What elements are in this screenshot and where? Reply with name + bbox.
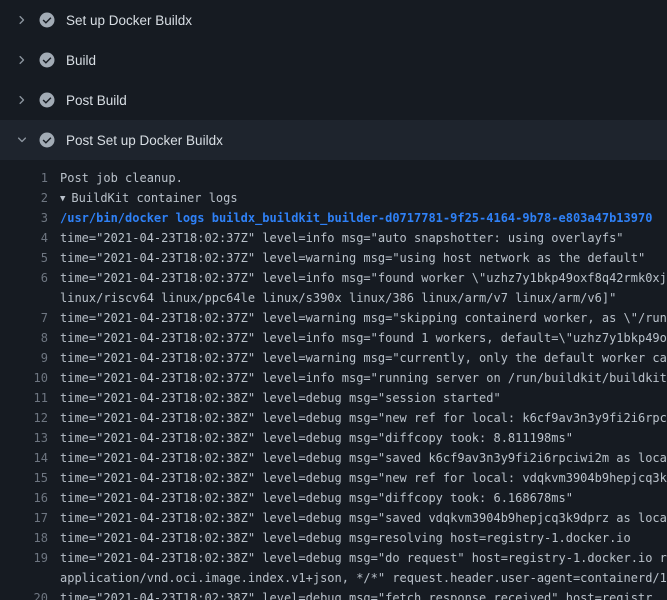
log-line-number[interactable]: 15 — [0, 468, 48, 488]
log-line: application/vnd.oci.image.index.v1+json,… — [0, 568, 667, 588]
log-line-text: ▼ BuildKit container logs — [48, 188, 667, 208]
log-line-text: time="2021-04-23T18:02:38Z" level=debug … — [48, 588, 667, 600]
log-line: 4time="2021-04-23T18:02:37Z" level=info … — [0, 228, 667, 248]
check-circle-icon — [39, 132, 55, 148]
actions-log-viewer: Set up Docker Buildx Build Post Build Post … — [0, 0, 667, 600]
log-line-text: time="2021-04-23T18:02:38Z" level=debug … — [48, 488, 667, 508]
log-line-number[interactable]: 4 — [0, 228, 48, 248]
log-line-text: time="2021-04-23T18:02:38Z" level=debug … — [48, 388, 667, 408]
log-line: 12time="2021-04-23T18:02:38Z" level=debu… — [0, 408, 667, 428]
log-line-text: time="2021-04-23T18:02:37Z" level=info m… — [48, 368, 667, 388]
log-line: 18time="2021-04-23T18:02:38Z" level=debu… — [0, 528, 667, 548]
log-line-number[interactable]: 7 — [0, 308, 48, 328]
log-line: 10time="2021-04-23T18:02:37Z" level=info… — [0, 368, 667, 388]
log-line-number[interactable]: 19 — [0, 548, 48, 568]
log-line: 13time="2021-04-23T18:02:38Z" level=debu… — [0, 428, 667, 448]
log-line-number[interactable]: 11 — [0, 388, 48, 408]
log-line: 19time="2021-04-23T18:02:38Z" level=debu… — [0, 548, 667, 568]
chevron-right-icon[interactable] — [14, 14, 30, 26]
log-line-number[interactable]: 16 — [0, 488, 48, 508]
step-label: Post Build — [66, 93, 127, 108]
log-line-number[interactable]: 9 — [0, 348, 48, 368]
log-line-text: linux/riscv64 linux/ppc64le linux/s390x … — [48, 288, 667, 308]
step-label: Post Set up Docker Buildx — [66, 133, 223, 148]
log-line-number[interactable]: 6 — [0, 268, 48, 288]
log-line: 9time="2021-04-23T18:02:37Z" level=warni… — [0, 348, 667, 368]
log-line: linux/riscv64 linux/ppc64le linux/s390x … — [0, 288, 667, 308]
log-line-number[interactable]: 13 — [0, 428, 48, 448]
log-line-text: /usr/bin/docker logs buildx_buildkit_bui… — [48, 208, 667, 228]
check-circle-icon — [39, 92, 55, 108]
log-line: 17time="2021-04-23T18:02:38Z" level=debu… — [0, 508, 667, 528]
log-line-number[interactable]: 8 — [0, 328, 48, 348]
log-line-number[interactable]: 3 — [0, 208, 48, 228]
log-line-number[interactable]: 1 — [0, 168, 48, 188]
log-line: 15time="2021-04-23T18:02:38Z" level=debu… — [0, 468, 667, 488]
check-circle-icon — [39, 12, 55, 28]
log-line-number[interactable]: 2 — [0, 188, 48, 208]
check-circle-icon — [39, 52, 55, 68]
log-line-text: time="2021-04-23T18:02:38Z" level=debug … — [48, 468, 667, 488]
log-line-text: time="2021-04-23T18:02:37Z" level=warnin… — [48, 248, 667, 268]
step-label: Build — [66, 53, 96, 68]
log-line-text: time="2021-04-23T18:02:38Z" level=debug … — [48, 508, 667, 528]
step-header-build[interactable]: Build — [0, 40, 667, 80]
log-line-text: time="2021-04-23T18:02:37Z" level=info m… — [48, 328, 667, 348]
log-line-number[interactable]: 20 — [0, 588, 48, 600]
log-line-text: time="2021-04-23T18:02:38Z" level=debug … — [48, 408, 667, 428]
log-line-number[interactable]: 5 — [0, 248, 48, 268]
log-line: 2 ▼ BuildKit container logs — [0, 188, 667, 208]
steps-list: Set up Docker Buildx Build Post Build Post … — [0, 0, 667, 160]
log-line-text: time="2021-04-23T18:02:38Z" level=debug … — [48, 548, 667, 568]
log-line-text: time="2021-04-23T18:02:37Z" level=warnin… — [48, 308, 667, 328]
log-group-title[interactable]: BuildKit container logs — [71, 191, 237, 205]
chevron-right-icon[interactable] — [14, 94, 30, 106]
chevron-right-icon[interactable] — [14, 54, 30, 66]
log-line-number — [0, 288, 48, 308]
log-line: 8time="2021-04-23T18:02:37Z" level=info … — [0, 328, 667, 348]
log-line-text: time="2021-04-23T18:02:38Z" level=debug … — [48, 528, 667, 548]
log-line: 14time="2021-04-23T18:02:38Z" level=debu… — [0, 448, 667, 468]
log-line-number — [0, 568, 48, 588]
log-output: 1Post job cleanup.2 ▼ BuildKit container l… — [0, 160, 667, 600]
log-line-text: time="2021-04-23T18:02:37Z" level=warnin… — [48, 348, 667, 368]
step-header-post-build[interactable]: Post Build — [0, 80, 667, 120]
log-group-expander-icon[interactable]: ▼ — [60, 189, 65, 208]
log-line-number[interactable]: 18 — [0, 528, 48, 548]
log-line: 7time="2021-04-23T18:02:37Z" level=warni… — [0, 308, 667, 328]
log-line-number[interactable]: 17 — [0, 508, 48, 528]
log-line-text: time="2021-04-23T18:02:38Z" level=debug … — [48, 428, 667, 448]
log-line: 1Post job cleanup. — [0, 168, 667, 188]
step-header-set-up-docker-buildx[interactable]: Set up Docker Buildx — [0, 0, 667, 40]
log-line: 5time="2021-04-23T18:02:37Z" level=warni… — [0, 248, 667, 268]
log-line: 6time="2021-04-23T18:02:37Z" level=info … — [0, 268, 667, 288]
log-line-text: time="2021-04-23T18:02:38Z" level=debug … — [48, 448, 667, 468]
log-line-text: time="2021-04-23T18:02:37Z" level=info m… — [48, 268, 667, 288]
step-header-post-set-up-docker-buildx[interactable]: Post Set up Docker Buildx — [0, 120, 667, 160]
chevron-down-icon[interactable] — [14, 134, 30, 146]
log-line-text: time="2021-04-23T18:02:37Z" level=info m… — [48, 228, 667, 248]
log-line: 16time="2021-04-23T18:02:38Z" level=debu… — [0, 488, 667, 508]
log-line-text: application/vnd.oci.image.index.v1+json,… — [48, 568, 667, 588]
log-line-number[interactable]: 14 — [0, 448, 48, 468]
step-label: Set up Docker Buildx — [66, 13, 192, 28]
log-line: 3/usr/bin/docker logs buildx_buildkit_bu… — [0, 208, 667, 228]
log-line: 11time="2021-04-23T18:02:38Z" level=debu… — [0, 388, 667, 408]
log-line-number[interactable]: 12 — [0, 408, 48, 428]
log-line-number[interactable]: 10 — [0, 368, 48, 388]
log-line-text: Post job cleanup. — [48, 168, 667, 188]
log-line: 20time="2021-04-23T18:02:38Z" level=debu… — [0, 588, 667, 600]
